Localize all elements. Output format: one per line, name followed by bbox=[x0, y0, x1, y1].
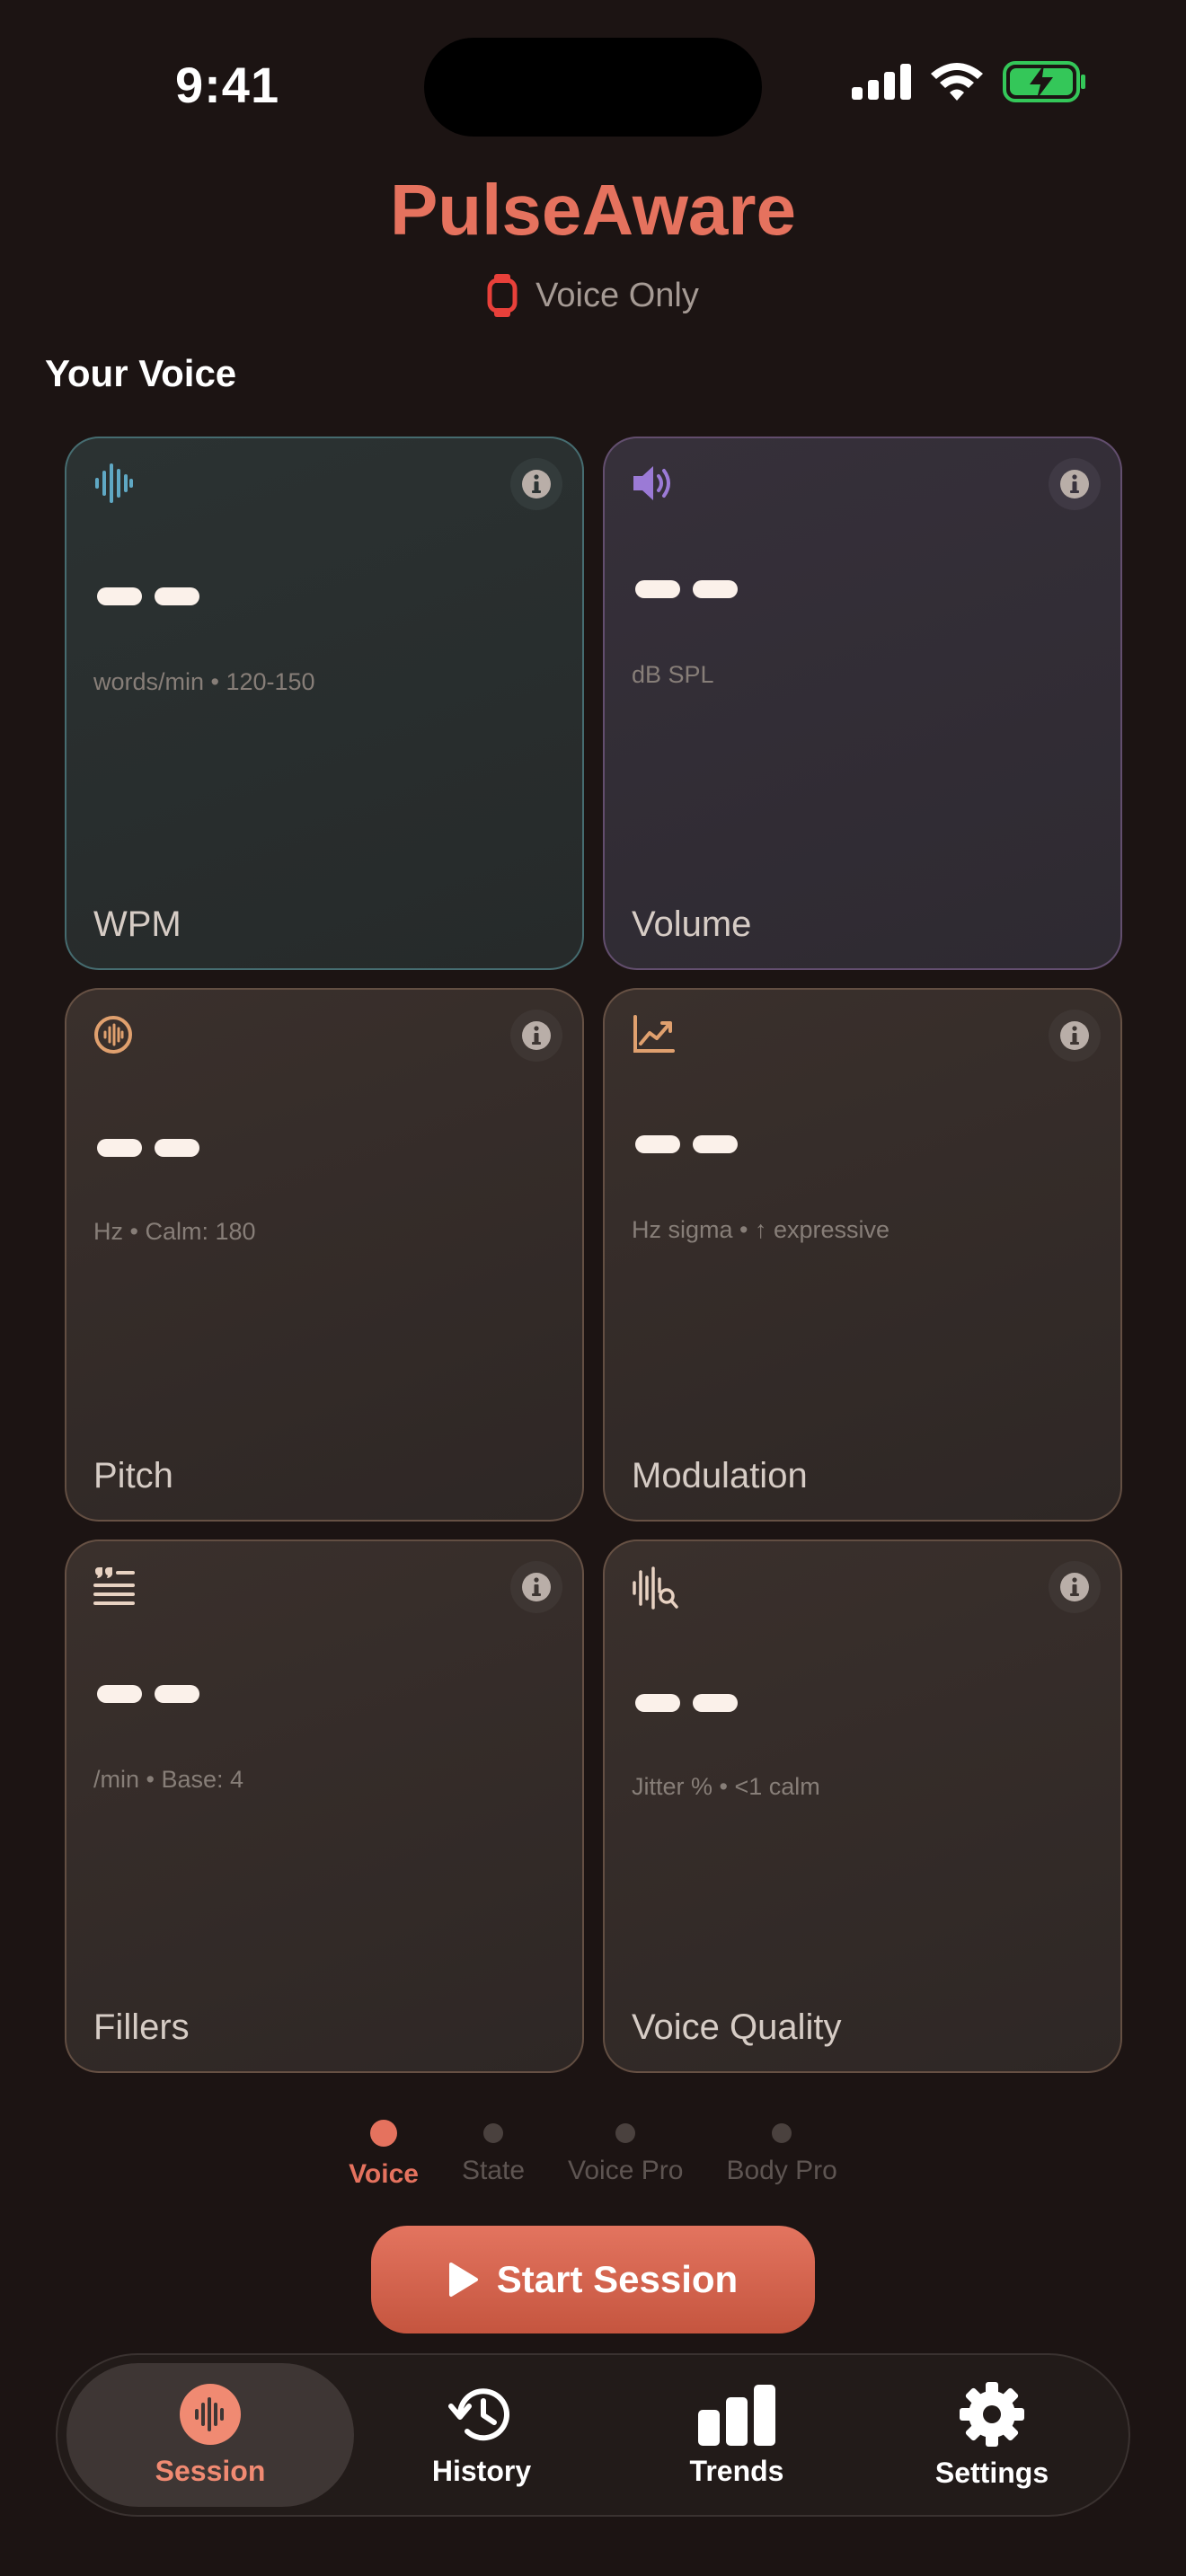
tab-label: Settings bbox=[934, 2456, 1049, 2489]
cellular-signal-icon bbox=[852, 64, 911, 100]
quote-list-icon bbox=[93, 1567, 135, 1605]
battery-charging-icon bbox=[1003, 61, 1085, 102]
metric-value-placeholder bbox=[97, 587, 199, 605]
page-indicator: Voice State Voice Pro Body Pro bbox=[0, 2120, 1186, 2190]
info-button[interactable] bbox=[1049, 1010, 1101, 1062]
page-dot bbox=[370, 2120, 398, 2147]
metric-value-placeholder bbox=[635, 580, 738, 598]
mode-label: Voice Only bbox=[535, 276, 699, 314]
info-icon bbox=[1060, 1021, 1089, 1050]
info-button[interactable] bbox=[510, 458, 562, 510]
metric-unit: Jitter % • <1 calm bbox=[632, 1773, 820, 1800]
metric-card-wpm[interactable]: words/min • 120-150 WPM bbox=[65, 437, 584, 970]
waveform-search-icon bbox=[633, 1566, 678, 1610]
metric-label: Fillers bbox=[93, 2007, 190, 2047]
info-icon bbox=[1060, 470, 1089, 498]
dynamic-island bbox=[424, 38, 762, 137]
page-label: State bbox=[461, 2156, 526, 2185]
metric-value-placeholder bbox=[635, 1694, 738, 1712]
metric-card-fillers[interactable]: /min • Base: 4 Fillers bbox=[65, 1539, 584, 2073]
info-icon bbox=[522, 470, 551, 498]
info-icon bbox=[1060, 1573, 1089, 1601]
page-tab-voice[interactable]: Voice bbox=[349, 2120, 419, 2190]
start-session-label: Start Session bbox=[496, 2258, 739, 2300]
trend-chart-icon bbox=[633, 1015, 675, 1053]
watch-icon bbox=[487, 274, 518, 317]
page-label: Voice bbox=[349, 2159, 419, 2189]
page-dot bbox=[482, 2123, 503, 2143]
bar-chart-icon bbox=[698, 2384, 775, 2446]
metric-label: Voice Quality bbox=[632, 2007, 842, 2047]
info-icon bbox=[522, 1021, 551, 1050]
tab-history[interactable]: History bbox=[354, 2363, 609, 2507]
tab-label: History bbox=[431, 2454, 532, 2487]
info-button[interactable] bbox=[1049, 458, 1101, 510]
metric-unit: /min • Base: 4 bbox=[93, 1766, 244, 1793]
play-icon bbox=[448, 2263, 478, 2297]
metric-card-voice-quality[interactable]: Jitter % • <1 calm Voice Quality bbox=[603, 1539, 1122, 2073]
app-title: PulseAware bbox=[389, 170, 797, 250]
metric-value-placeholder bbox=[97, 1139, 199, 1157]
page-dot bbox=[615, 2123, 636, 2143]
mode-indicator: Voice Only bbox=[0, 274, 1186, 317]
metric-card-pitch[interactable]: Hz • Calm: 180 Pitch bbox=[65, 988, 584, 1522]
status-time: 9:41 bbox=[175, 57, 280, 113]
start-session-button[interactable]: Start Session bbox=[371, 2226, 815, 2333]
info-button[interactable] bbox=[510, 1010, 562, 1062]
page-label: Voice Pro bbox=[568, 2156, 684, 2185]
info-button[interactable] bbox=[510, 1561, 562, 1613]
metric-label: Modulation bbox=[632, 1456, 808, 1495]
metric-unit: Hz • Calm: 180 bbox=[93, 1218, 256, 1245]
metric-label: WPM bbox=[93, 904, 181, 944]
page-tab-state[interactable]: State bbox=[462, 2123, 525, 2190]
metric-label: Volume bbox=[632, 904, 752, 944]
page-label: Body Pro bbox=[726, 2156, 837, 2185]
metric-value-placeholder bbox=[97, 1685, 199, 1703]
tab-label: Trends bbox=[689, 2454, 784, 2487]
page-tab-body-pro[interactable]: Body Pro bbox=[726, 2123, 837, 2190]
tab-settings[interactable]: Settings bbox=[864, 2363, 1120, 2507]
section-title: Your Voice bbox=[45, 352, 237, 394]
metric-unit: dB SPL bbox=[632, 661, 714, 688]
waveform-circle-icon bbox=[94, 1016, 132, 1054]
metric-unit: words/min • 120-150 bbox=[93, 668, 315, 695]
metric-value-placeholder bbox=[635, 1135, 738, 1153]
waveform-icon bbox=[95, 463, 133, 503]
info-button[interactable] bbox=[1049, 1561, 1101, 1613]
waveform-circle-icon bbox=[180, 2383, 241, 2445]
clock-history-icon bbox=[448, 2387, 509, 2440]
metric-card-volume[interactable]: dB SPL Volume bbox=[603, 437, 1122, 970]
gear-icon bbox=[960, 2381, 1024, 2447]
page-dot bbox=[772, 2123, 792, 2143]
page-tab-voice-pro[interactable]: Voice Pro bbox=[568, 2123, 683, 2190]
info-icon bbox=[522, 1573, 551, 1601]
speaker-icon bbox=[633, 466, 670, 500]
tab-label: Session bbox=[155, 2454, 266, 2487]
metric-label: Pitch bbox=[93, 1456, 173, 1495]
tab-trends[interactable]: Trends bbox=[609, 2363, 864, 2507]
tab-bar: Session History Trends Settings bbox=[56, 2353, 1130, 2517]
tab-session[interactable]: Session bbox=[66, 2363, 354, 2507]
metric-card-modulation[interactable]: Hz sigma • ↑ expressive Modulation bbox=[603, 988, 1122, 1522]
metric-unit: Hz sigma • ↑ expressive bbox=[632, 1216, 890, 1243]
status-icons bbox=[852, 61, 1087, 102]
wifi-icon bbox=[931, 63, 983, 101]
